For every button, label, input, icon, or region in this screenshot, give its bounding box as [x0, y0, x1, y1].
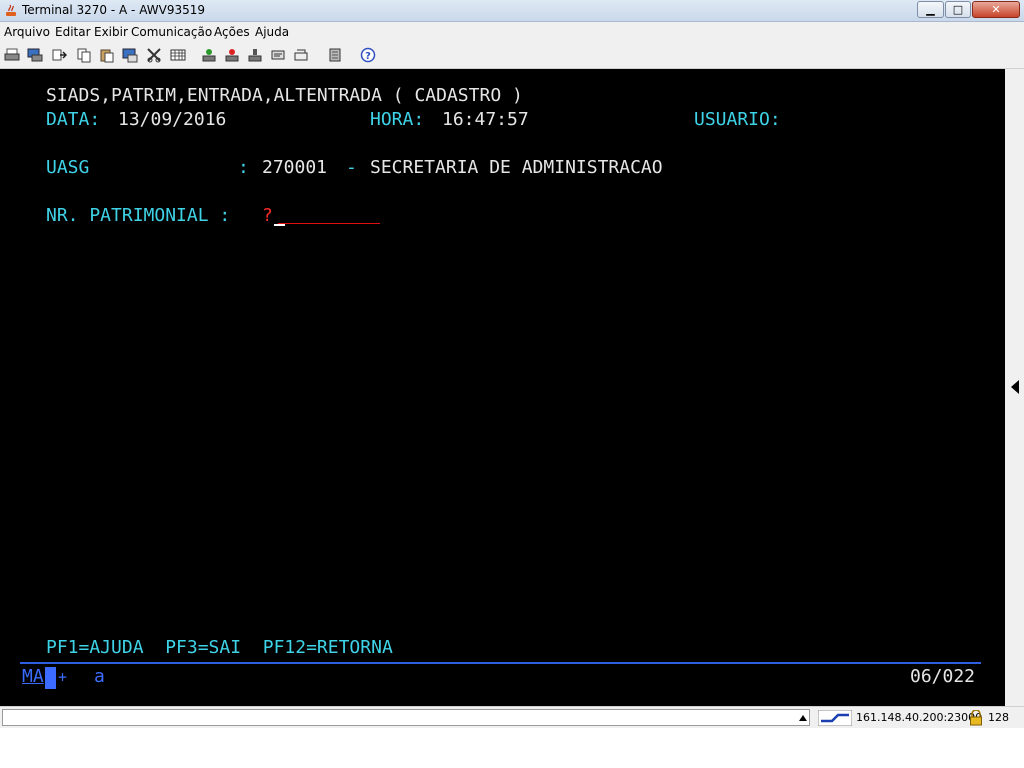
minimize-button[interactable]: ▁ — [917, 1, 944, 18]
data-value: 13/09/2016 — [118, 109, 227, 130]
menu-ajuda[interactable]: Ajuda — [255, 25, 289, 39]
close-button[interactable]: ✕ — [972, 1, 1020, 18]
macro-icon[interactable] — [146, 47, 162, 63]
maximize-button[interactable]: □ — [945, 1, 971, 18]
lock-icon — [970, 710, 982, 726]
host-icon[interactable] — [327, 47, 343, 63]
menu-comunicacao[interactable]: Comunicação — [131, 25, 212, 39]
send-icon[interactable] — [51, 47, 67, 63]
menu-exibir[interactable]: Exibir — [94, 25, 128, 39]
toolbar: ? — [0, 41, 1024, 69]
copy-icon[interactable] — [76, 47, 92, 63]
transfer-icon[interactable] — [293, 47, 309, 63]
print-screen-icon[interactable] — [27, 47, 43, 63]
window-title: Terminal 3270 - A - AWV93519 — [22, 3, 205, 17]
help-icon[interactable]: ? — [360, 47, 376, 63]
scroll-up-arrow-icon[interactable] — [798, 714, 808, 722]
text-cursor — [274, 224, 285, 226]
print-icon[interactable] — [4, 47, 20, 63]
paste-icon[interactable] — [99, 47, 115, 63]
patrimonial-input[interactable] — [278, 223, 380, 224]
collapse-arrow-icon[interactable] — [1010, 379, 1020, 395]
stop-icon[interactable] — [224, 47, 240, 63]
minimize-icon: ▁ — [926, 3, 935, 16]
encryption-bits: 128 — [988, 711, 1009, 724]
uasg-dash: - — [346, 157, 357, 178]
menu-acoes[interactable]: Ações — [214, 25, 250, 39]
play-icon[interactable] — [247, 47, 263, 63]
status-bar: 161.148.40.200:23000 128 — [0, 706, 1024, 728]
menu-bar: Arquivo Editar Exibir Comunicação Ações … — [0, 22, 1024, 41]
oia-ma: MA — [22, 666, 44, 687]
oia-a: a — [94, 666, 105, 687]
settings-icon[interactable] — [270, 47, 286, 63]
cursor-position: 06/022 — [910, 666, 976, 687]
java-app-icon — [6, 4, 16, 16]
hora-value: 16:47:57 — [442, 109, 529, 130]
usuario-label: USUARIO: — [694, 109, 781, 130]
oia-plus: + — [58, 668, 68, 686]
menu-arquivo[interactable]: Arquivo — [4, 25, 50, 39]
window-titlebar: Terminal 3270 - A - AWV93519 ▁ □ ✕ — [0, 0, 1024, 22]
terminal-screen[interactable]: SIADS,PATRIM,ENTRADA,ALTENTRADA ( CADAST… — [0, 69, 1005, 706]
status-message-field — [2, 709, 810, 726]
cut-icon[interactable] — [122, 47, 138, 63]
oia-cursor-block — [45, 667, 56, 689]
record-icon[interactable] — [201, 47, 217, 63]
host-address: 161.148.40.200:23000 — [856, 711, 983, 724]
patrimonial-prompt: ? — [262, 205, 273, 226]
svg-text:?: ? — [365, 51, 371, 62]
data-label: DATA: — [46, 109, 101, 130]
close-icon: ✕ — [991, 3, 1001, 16]
uasg-code: 270001 — [262, 157, 328, 178]
pf-keys-legend: PF1=AJUDA PF3=SAI PF12=RETORNA — [46, 637, 393, 658]
uasg-name: SECRETARIA DE ADMINISTRACAO — [370, 157, 663, 178]
keypad-icon[interactable] — [170, 47, 186, 63]
hora-label: HORA: — [370, 109, 425, 130]
below-window-area — [0, 728, 1024, 768]
maximize-icon: □ — [952, 3, 964, 16]
connection-icon — [818, 710, 852, 726]
screen-header: SIADS,PATRIM,ENTRADA,ALTENTRADA ( CADAST… — [46, 85, 523, 106]
patrimonial-label: NR. PATRIMONIAL : — [46, 205, 231, 226]
oia-separator — [20, 662, 981, 664]
uasg-label: UASG — [46, 157, 90, 178]
uasg-colon: : — [238, 157, 249, 178]
side-panel-strip — [1005, 69, 1024, 706]
menu-editar[interactable]: Editar — [55, 25, 91, 39]
